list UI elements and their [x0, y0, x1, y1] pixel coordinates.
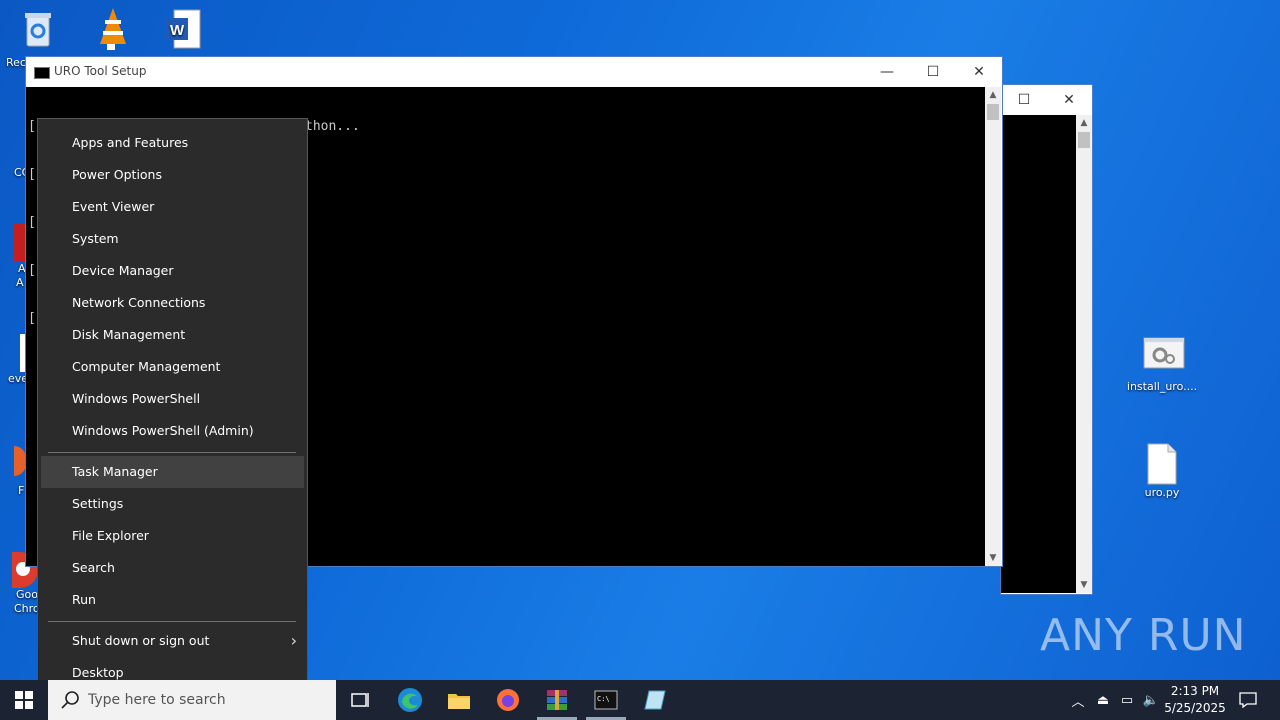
scroll-thumb[interactable]: [1078, 132, 1090, 148]
menu-separator: [48, 452, 296, 453]
winrar-taskbar-button[interactable]: [533, 680, 581, 720]
svg-text:C:\: C:\: [597, 695, 610, 703]
maximize-icon[interactable]: ☐: [1001, 85, 1047, 115]
maximize-icon[interactable]: ☐: [910, 57, 956, 87]
windows-logo-icon: [15, 691, 33, 709]
console-output-bg: [1001, 115, 1076, 593]
svg-text:W: W: [170, 22, 185, 39]
file-explorer-taskbar-button[interactable]: [435, 680, 483, 720]
menu-separator: [48, 621, 296, 622]
menu-item-settings[interactable]: Settings: [38, 488, 307, 520]
usb-icon[interactable]: ⏏: [1092, 680, 1114, 720]
anyrun-watermark: ANY RUN: [1040, 610, 1247, 661]
folder-icon: [448, 694, 470, 709]
menu-item-run[interactable]: Run: [38, 584, 307, 616]
search-box[interactable]: Type here to search: [48, 680, 336, 720]
chevron-right-icon: ›: [290, 631, 297, 650]
background-console-window[interactable]: ☐ ✕ ▲ ▼: [1000, 84, 1093, 595]
cmd-icon: [34, 67, 50, 79]
uro-py-file-icon[interactable]: uro.py: [1124, 442, 1200, 500]
menu-item-search[interactable]: Search: [38, 552, 307, 584]
menu-item-network-connections[interactable]: Network Connections: [38, 287, 307, 319]
menu-item-shutdown[interactable]: Shut down or sign out ›: [38, 625, 307, 657]
word-doc-icon[interactable]: W: [146, 8, 222, 52]
menu-item-system[interactable]: System: [38, 223, 307, 255]
settings-file-icon: [1142, 336, 1185, 376]
notepad-icon: [644, 690, 666, 710]
desk-label-chro: Chro: [14, 602, 40, 615]
scrollbar-bg[interactable]: ▲ ▼: [1076, 115, 1092, 593]
menu-item-windows-powershell-admin[interactable]: Windows PowerShell (Admin): [38, 415, 307, 447]
task-view-icon: [351, 693, 369, 707]
clock-time: 2:13 PM: [1170, 684, 1220, 698]
firefox-icon: [497, 689, 519, 711]
network-icon[interactable]: ▭: [1116, 680, 1138, 720]
firefox-taskbar-button[interactable]: [484, 680, 532, 720]
scroll-thumb[interactable]: [987, 104, 999, 120]
scroll-down-icon[interactable]: ▼: [985, 550, 1001, 566]
scroll-down-icon[interactable]: ▼: [1076, 577, 1092, 593]
install-uro-file-icon[interactable]: install_uro....: [1124, 336, 1200, 394]
desk-label-goo: Goo: [16, 588, 38, 601]
search-icon: [61, 691, 79, 709]
volume-icon[interactable]: 🔈: [1140, 680, 1162, 720]
menu-item-file-explorer[interactable]: File Explorer: [38, 520, 307, 552]
vlc-icon[interactable]: [75, 6, 151, 52]
search-placeholder: Type here to search: [88, 692, 226, 708]
notepad-taskbar-button[interactable]: [631, 680, 679, 720]
menu-item-apps-features[interactable]: Apps and Features: [38, 127, 307, 159]
window-title: URO Tool Setup: [54, 64, 147, 78]
menu-item-computer-management[interactable]: Computer Management: [38, 351, 307, 383]
menu-item-device-manager[interactable]: Device Manager: [38, 255, 307, 287]
task-view-button[interactable]: [336, 680, 384, 720]
taskbar-clock[interactable]: 2:13 PM 5/25/2025: [1160, 683, 1230, 717]
document-icon: [1142, 442, 1182, 485]
menu-item-task-manager[interactable]: Task Manager: [41, 456, 304, 488]
menu-item-windows-powershell[interactable]: Windows PowerShell: [38, 383, 307, 415]
console-fragment: thon...: [305, 119, 360, 134]
uro-py-label: uro.py: [1144, 486, 1180, 499]
action-center-icon: [1239, 692, 1257, 708]
winx-context-menu: Apps and Features Power Options Event Vi…: [37, 118, 308, 699]
recycle-bin-glyph: [18, 8, 58, 48]
notifications-icon[interactable]: [1232, 680, 1264, 720]
menu-item-power-options[interactable]: Power Options: [38, 159, 307, 191]
edge-icon: [398, 688, 422, 712]
menu-item-event-viewer[interactable]: Event Viewer: [38, 191, 307, 223]
clock-date: 5/25/2025: [1164, 701, 1226, 715]
menu-item-shutdown-label: Shut down or sign out: [72, 633, 210, 648]
scrollbar[interactable]: ▲ ▼: [985, 87, 1001, 566]
close-icon[interactable]: ✕: [956, 57, 1002, 87]
install-uro-label: install_uro....: [1126, 380, 1198, 393]
close-icon[interactable]: ✕: [1046, 85, 1092, 115]
scroll-up-icon[interactable]: ▲: [1076, 115, 1092, 131]
taskbar: Type here to search C:\ ︿ ⏏ ▭ 🔈 2:13 PM …: [0, 680, 1280, 720]
winrar-icon: [547, 690, 567, 710]
scroll-up-icon[interactable]: ▲: [985, 87, 1001, 103]
cmd-icon: C:\: [594, 690, 618, 710]
start-button[interactable]: [0, 680, 48, 720]
minimize-icon[interactable]: —: [864, 57, 910, 87]
edge-taskbar-button[interactable]: [386, 680, 434, 720]
menu-item-disk-management[interactable]: Disk Management: [38, 319, 307, 351]
cmd-taskbar-button[interactable]: C:\: [582, 680, 630, 720]
show-hidden-icons-chevron-icon[interactable]: ︿: [1068, 680, 1088, 720]
